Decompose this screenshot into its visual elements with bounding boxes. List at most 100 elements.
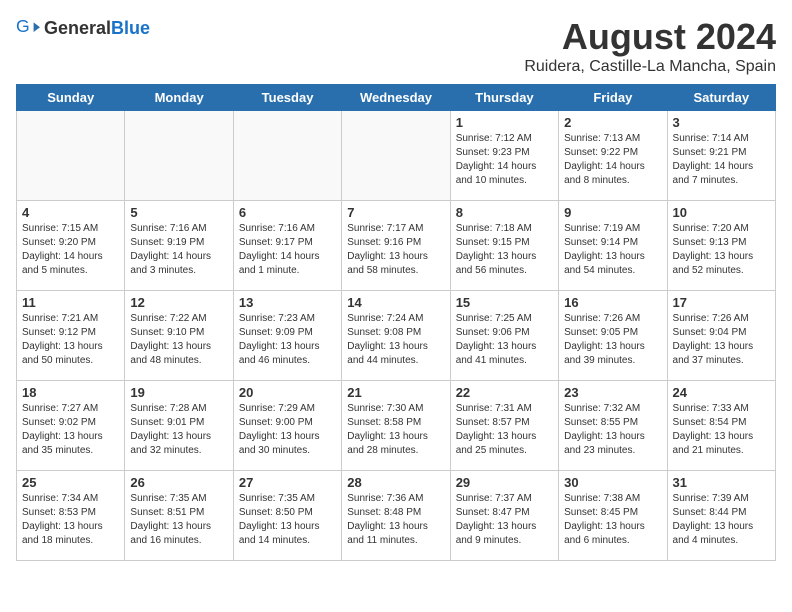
day-info: Sunrise: 7:13 AM Sunset: 9:22 PM Dayligh… bbox=[564, 132, 661, 188]
day-info: Sunrise: 7:15 AM Sunset: 9:20 PM Dayligh… bbox=[22, 222, 119, 278]
logo-text-general: General bbox=[44, 18, 111, 38]
day-info: Sunrise: 7:16 AM Sunset: 9:19 PM Dayligh… bbox=[130, 222, 227, 278]
day-header-thursday: Thursday bbox=[450, 85, 558, 111]
calendar-cell: 12 Sunrise: 7:22 AM Sunset: 9:10 PM Dayli… bbox=[125, 291, 233, 381]
calendar-cell: 27 Sunrise: 7:35 AM Sunset: 8:50 PM Dayli… bbox=[233, 471, 341, 561]
calendar-cell: 15 Sunrise: 7:25 AM Sunset: 9:06 PM Dayli… bbox=[450, 291, 558, 381]
day-number: 18 bbox=[22, 385, 119, 400]
calendar-cell: 3Sunrise: 7:14 AM Sunset: 9:21 PM Daylig… bbox=[667, 111, 775, 201]
calendar-cell: 14 Sunrise: 7:24 AM Sunset: 9:08 PM Dayli… bbox=[342, 291, 450, 381]
calendar-cell: 29 Sunrise: 7:37 AM Sunset: 8:47 PM Dayli… bbox=[450, 471, 558, 561]
calendar-week-4: 18 Sunrise: 7:27 AM Sunset: 9:02 PM Dayli… bbox=[17, 381, 776, 471]
day-info: Sunrise: 7:31 AM Sunset: 8:57 PM Dayligh… bbox=[456, 402, 553, 458]
calendar-body: 1 Sunrise: 7:12 AM Sunset: 9:23 PM Daylig… bbox=[17, 111, 776, 561]
page-header: G GeneralBlue August 2024 Ruidera, Casti… bbox=[16, 16, 776, 76]
day-info: Sunrise: 7:28 AM Sunset: 9:01 PM Dayligh… bbox=[130, 402, 227, 458]
calendar-cell: 21 Sunrise: 7:30 AM Sunset: 8:58 PM Dayli… bbox=[342, 381, 450, 471]
day-number: 27 bbox=[239, 475, 336, 490]
calendar-cell: 26 Sunrise: 7:35 AM Sunset: 8:51 PM Dayli… bbox=[125, 471, 233, 561]
day-info: Sunrise: 7:19 AM Sunset: 9:14 PM Dayligh… bbox=[564, 222, 661, 278]
day-number: 6 bbox=[239, 205, 336, 220]
calendar-week-3: 11 Sunrise: 7:21 AM Sunset: 9:12 PM Dayli… bbox=[17, 291, 776, 381]
calendar-cell bbox=[342, 111, 450, 201]
day-info: Sunrise: 7:30 AM Sunset: 8:58 PM Dayligh… bbox=[347, 402, 444, 458]
calendar-week-5: 25Sunrise: 7:34 AM Sunset: 8:53 PM Dayli… bbox=[17, 471, 776, 561]
day-info: Sunrise: 7:39 AM Sunset: 8:44 PM Dayligh… bbox=[673, 492, 770, 548]
day-header-monday: Monday bbox=[125, 85, 233, 111]
day-number: 15 bbox=[456, 295, 553, 310]
day-number: 9 bbox=[564, 205, 661, 220]
day-info: Sunrise: 7:32 AM Sunset: 8:55 PM Dayligh… bbox=[564, 402, 661, 458]
calendar-table: SundayMondayTuesdayWednesdayThursdayFrid… bbox=[16, 84, 776, 561]
day-header-saturday: Saturday bbox=[667, 85, 775, 111]
calendar-subtitle: Ruidera, Castille-La Mancha, Spain bbox=[524, 58, 776, 76]
day-info: Sunrise: 7:12 AM Sunset: 9:23 PM Dayligh… bbox=[456, 132, 553, 188]
day-number: 20 bbox=[239, 385, 336, 400]
logo-icon: G bbox=[16, 16, 40, 40]
day-info: Sunrise: 7:37 AM Sunset: 8:47 PM Dayligh… bbox=[456, 492, 553, 548]
day-info: Sunrise: 7:33 AM Sunset: 8:54 PM Dayligh… bbox=[673, 402, 770, 458]
day-number: 10 bbox=[673, 205, 770, 220]
calendar-cell: 11 Sunrise: 7:21 AM Sunset: 9:12 PM Dayli… bbox=[17, 291, 125, 381]
day-info: Sunrise: 7:27 AM Sunset: 9:02 PM Dayligh… bbox=[22, 402, 119, 458]
logo-text-blue: Blue bbox=[111, 18, 150, 38]
calendar-cell: 18 Sunrise: 7:27 AM Sunset: 9:02 PM Dayli… bbox=[17, 381, 125, 471]
calendar-cell: 20 Sunrise: 7:29 AM Sunset: 9:00 PM Dayli… bbox=[233, 381, 341, 471]
day-number: 22 bbox=[456, 385, 553, 400]
calendar-cell: 19Sunrise: 7:28 AM Sunset: 9:01 PM Dayli… bbox=[125, 381, 233, 471]
day-number: 1 bbox=[456, 115, 553, 130]
day-info: Sunrise: 7:18 AM Sunset: 9:15 PM Dayligh… bbox=[456, 222, 553, 278]
calendar-cell bbox=[125, 111, 233, 201]
calendar-cell: 4 Sunrise: 7:15 AM Sunset: 9:20 PM Daylig… bbox=[17, 201, 125, 291]
title-section: August 2024 Ruidera, Castille-La Mancha,… bbox=[524, 16, 776, 76]
calendar-cell: 8 Sunrise: 7:18 AM Sunset: 9:15 PM Daylig… bbox=[450, 201, 558, 291]
day-info: Sunrise: 7:26 AM Sunset: 9:05 PM Dayligh… bbox=[564, 312, 661, 368]
day-number: 5 bbox=[130, 205, 227, 220]
day-number: 11 bbox=[22, 295, 119, 310]
day-number: 26 bbox=[130, 475, 227, 490]
day-number: 31 bbox=[673, 475, 770, 490]
day-number: 3 bbox=[673, 115, 770, 130]
day-number: 29 bbox=[456, 475, 553, 490]
day-info: Sunrise: 7:35 AM Sunset: 8:50 PM Dayligh… bbox=[239, 492, 336, 548]
calendar-cell: 6 Sunrise: 7:16 AM Sunset: 9:17 PM Daylig… bbox=[233, 201, 341, 291]
calendar-cell: 24 Sunrise: 7:33 AM Sunset: 8:54 PM Dayli… bbox=[667, 381, 775, 471]
logo: G GeneralBlue bbox=[16, 16, 150, 40]
day-number: 23 bbox=[564, 385, 661, 400]
day-number: 16 bbox=[564, 295, 661, 310]
day-number: 12 bbox=[130, 295, 227, 310]
day-info: Sunrise: 7:35 AM Sunset: 8:51 PM Dayligh… bbox=[130, 492, 227, 548]
day-number: 4 bbox=[22, 205, 119, 220]
day-info: Sunrise: 7:29 AM Sunset: 9:00 PM Dayligh… bbox=[239, 402, 336, 458]
day-info: Sunrise: 7:38 AM Sunset: 8:45 PM Dayligh… bbox=[564, 492, 661, 548]
day-number: 14 bbox=[347, 295, 444, 310]
calendar-cell: 25Sunrise: 7:34 AM Sunset: 8:53 PM Dayli… bbox=[17, 471, 125, 561]
day-info: Sunrise: 7:36 AM Sunset: 8:48 PM Dayligh… bbox=[347, 492, 444, 548]
calendar-cell: 30 Sunrise: 7:38 AM Sunset: 8:45 PM Dayli… bbox=[559, 471, 667, 561]
calendar-cell: 28 Sunrise: 7:36 AM Sunset: 8:48 PM Dayli… bbox=[342, 471, 450, 561]
calendar-week-1: 1 Sunrise: 7:12 AM Sunset: 9:23 PM Daylig… bbox=[17, 111, 776, 201]
calendar-cell: 17 Sunrise: 7:26 AM Sunset: 9:04 PM Dayli… bbox=[667, 291, 775, 381]
calendar-cell: 22 Sunrise: 7:31 AM Sunset: 8:57 PM Dayli… bbox=[450, 381, 558, 471]
svg-text:G: G bbox=[16, 16, 30, 36]
day-number: 30 bbox=[564, 475, 661, 490]
calendar-cell: 9 Sunrise: 7:19 AM Sunset: 9:14 PM Daylig… bbox=[559, 201, 667, 291]
day-number: 17 bbox=[673, 295, 770, 310]
day-number: 28 bbox=[347, 475, 444, 490]
calendar-cell bbox=[233, 111, 341, 201]
calendar-title: August 2024 bbox=[524, 16, 776, 58]
day-info: Sunrise: 7:16 AM Sunset: 9:17 PM Dayligh… bbox=[239, 222, 336, 278]
day-number: 8 bbox=[456, 205, 553, 220]
day-number: 13 bbox=[239, 295, 336, 310]
calendar-header: SundayMondayTuesdayWednesdayThursdayFrid… bbox=[17, 85, 776, 111]
day-info: Sunrise: 7:21 AM Sunset: 9:12 PM Dayligh… bbox=[22, 312, 119, 368]
calendar-cell: 31 Sunrise: 7:39 AM Sunset: 8:44 PM Dayli… bbox=[667, 471, 775, 561]
day-info: Sunrise: 7:25 AM Sunset: 9:06 PM Dayligh… bbox=[456, 312, 553, 368]
day-info: Sunrise: 7:22 AM Sunset: 9:10 PM Dayligh… bbox=[130, 312, 227, 368]
day-info: Sunrise: 7:26 AM Sunset: 9:04 PM Dayligh… bbox=[673, 312, 770, 368]
calendar-cell: 5 Sunrise: 7:16 AM Sunset: 9:19 PM Daylig… bbox=[125, 201, 233, 291]
day-number: 21 bbox=[347, 385, 444, 400]
day-number: 24 bbox=[673, 385, 770, 400]
day-info: Sunrise: 7:24 AM Sunset: 9:08 PM Dayligh… bbox=[347, 312, 444, 368]
calendar-cell: 1 Sunrise: 7:12 AM Sunset: 9:23 PM Daylig… bbox=[450, 111, 558, 201]
